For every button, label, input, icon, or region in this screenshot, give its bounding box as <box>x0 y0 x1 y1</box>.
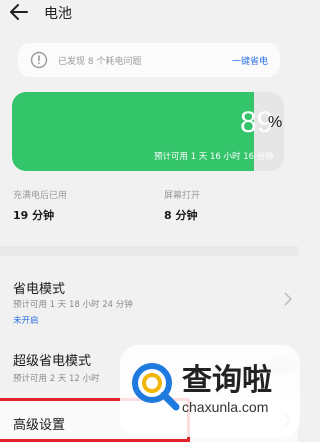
info-icon <box>30 51 48 69</box>
stat-label: 屏幕打开 <box>164 191 201 201</box>
watermark-title: 查询啦 <box>182 363 272 398</box>
stat-label: 充满电后已用 <box>13 191 68 201</box>
page-title: 电池 <box>44 6 72 22</box>
battery-level-card: 89 % 预计可用 1 天 16 小时 16 分钟 <box>12 92 284 171</box>
search-logo-icon <box>132 363 180 411</box>
header: 电池 <box>0 0 298 28</box>
battery-issue-notice[interactable]: 已发现 8 个耗电问题 一键省电 <box>18 43 280 77</box>
back-arrow-icon[interactable] <box>8 2 30 22</box>
row-subtitle: 预计可用 2 天 12 小时 <box>13 374 100 384</box>
stat-screen-on: 屏幕打开 8 分钟 <box>164 188 200 223</box>
row-status: 未开启 <box>13 316 39 326</box>
watermark: 查询啦 chaxunla.com <box>120 345 300 437</box>
power-saving-mode-row[interactable]: 省电模式 预计可用 1 天 18 小时 24 分钟 未开启 <box>0 270 298 334</box>
row-title: 省电模式 <box>13 282 66 297</box>
section-divider <box>0 246 298 256</box>
row-title: 超级省电模式 <box>13 354 92 369</box>
notice-text: 已发现 8 个耗电问题 <box>58 57 142 67</box>
stat-since-charged: 充满电后已用 19 分钟 <box>13 188 67 223</box>
row-subtitle: 预计可用 1 天 18 小时 24 分钟 <box>13 300 133 310</box>
battery-percent-sign: % <box>268 114 283 131</box>
stat-value: 8 分钟 <box>164 209 198 222</box>
battery-estimate: 预计可用 1 天 16 小时 16 分钟 <box>154 152 274 162</box>
watermark-domain: chaxunla.com <box>182 399 269 415</box>
chevron-right-icon <box>284 292 292 306</box>
stat-value: 19 分钟 <box>13 209 55 222</box>
one-tap-save-button[interactable]: 一键省电 <box>232 54 268 67</box>
